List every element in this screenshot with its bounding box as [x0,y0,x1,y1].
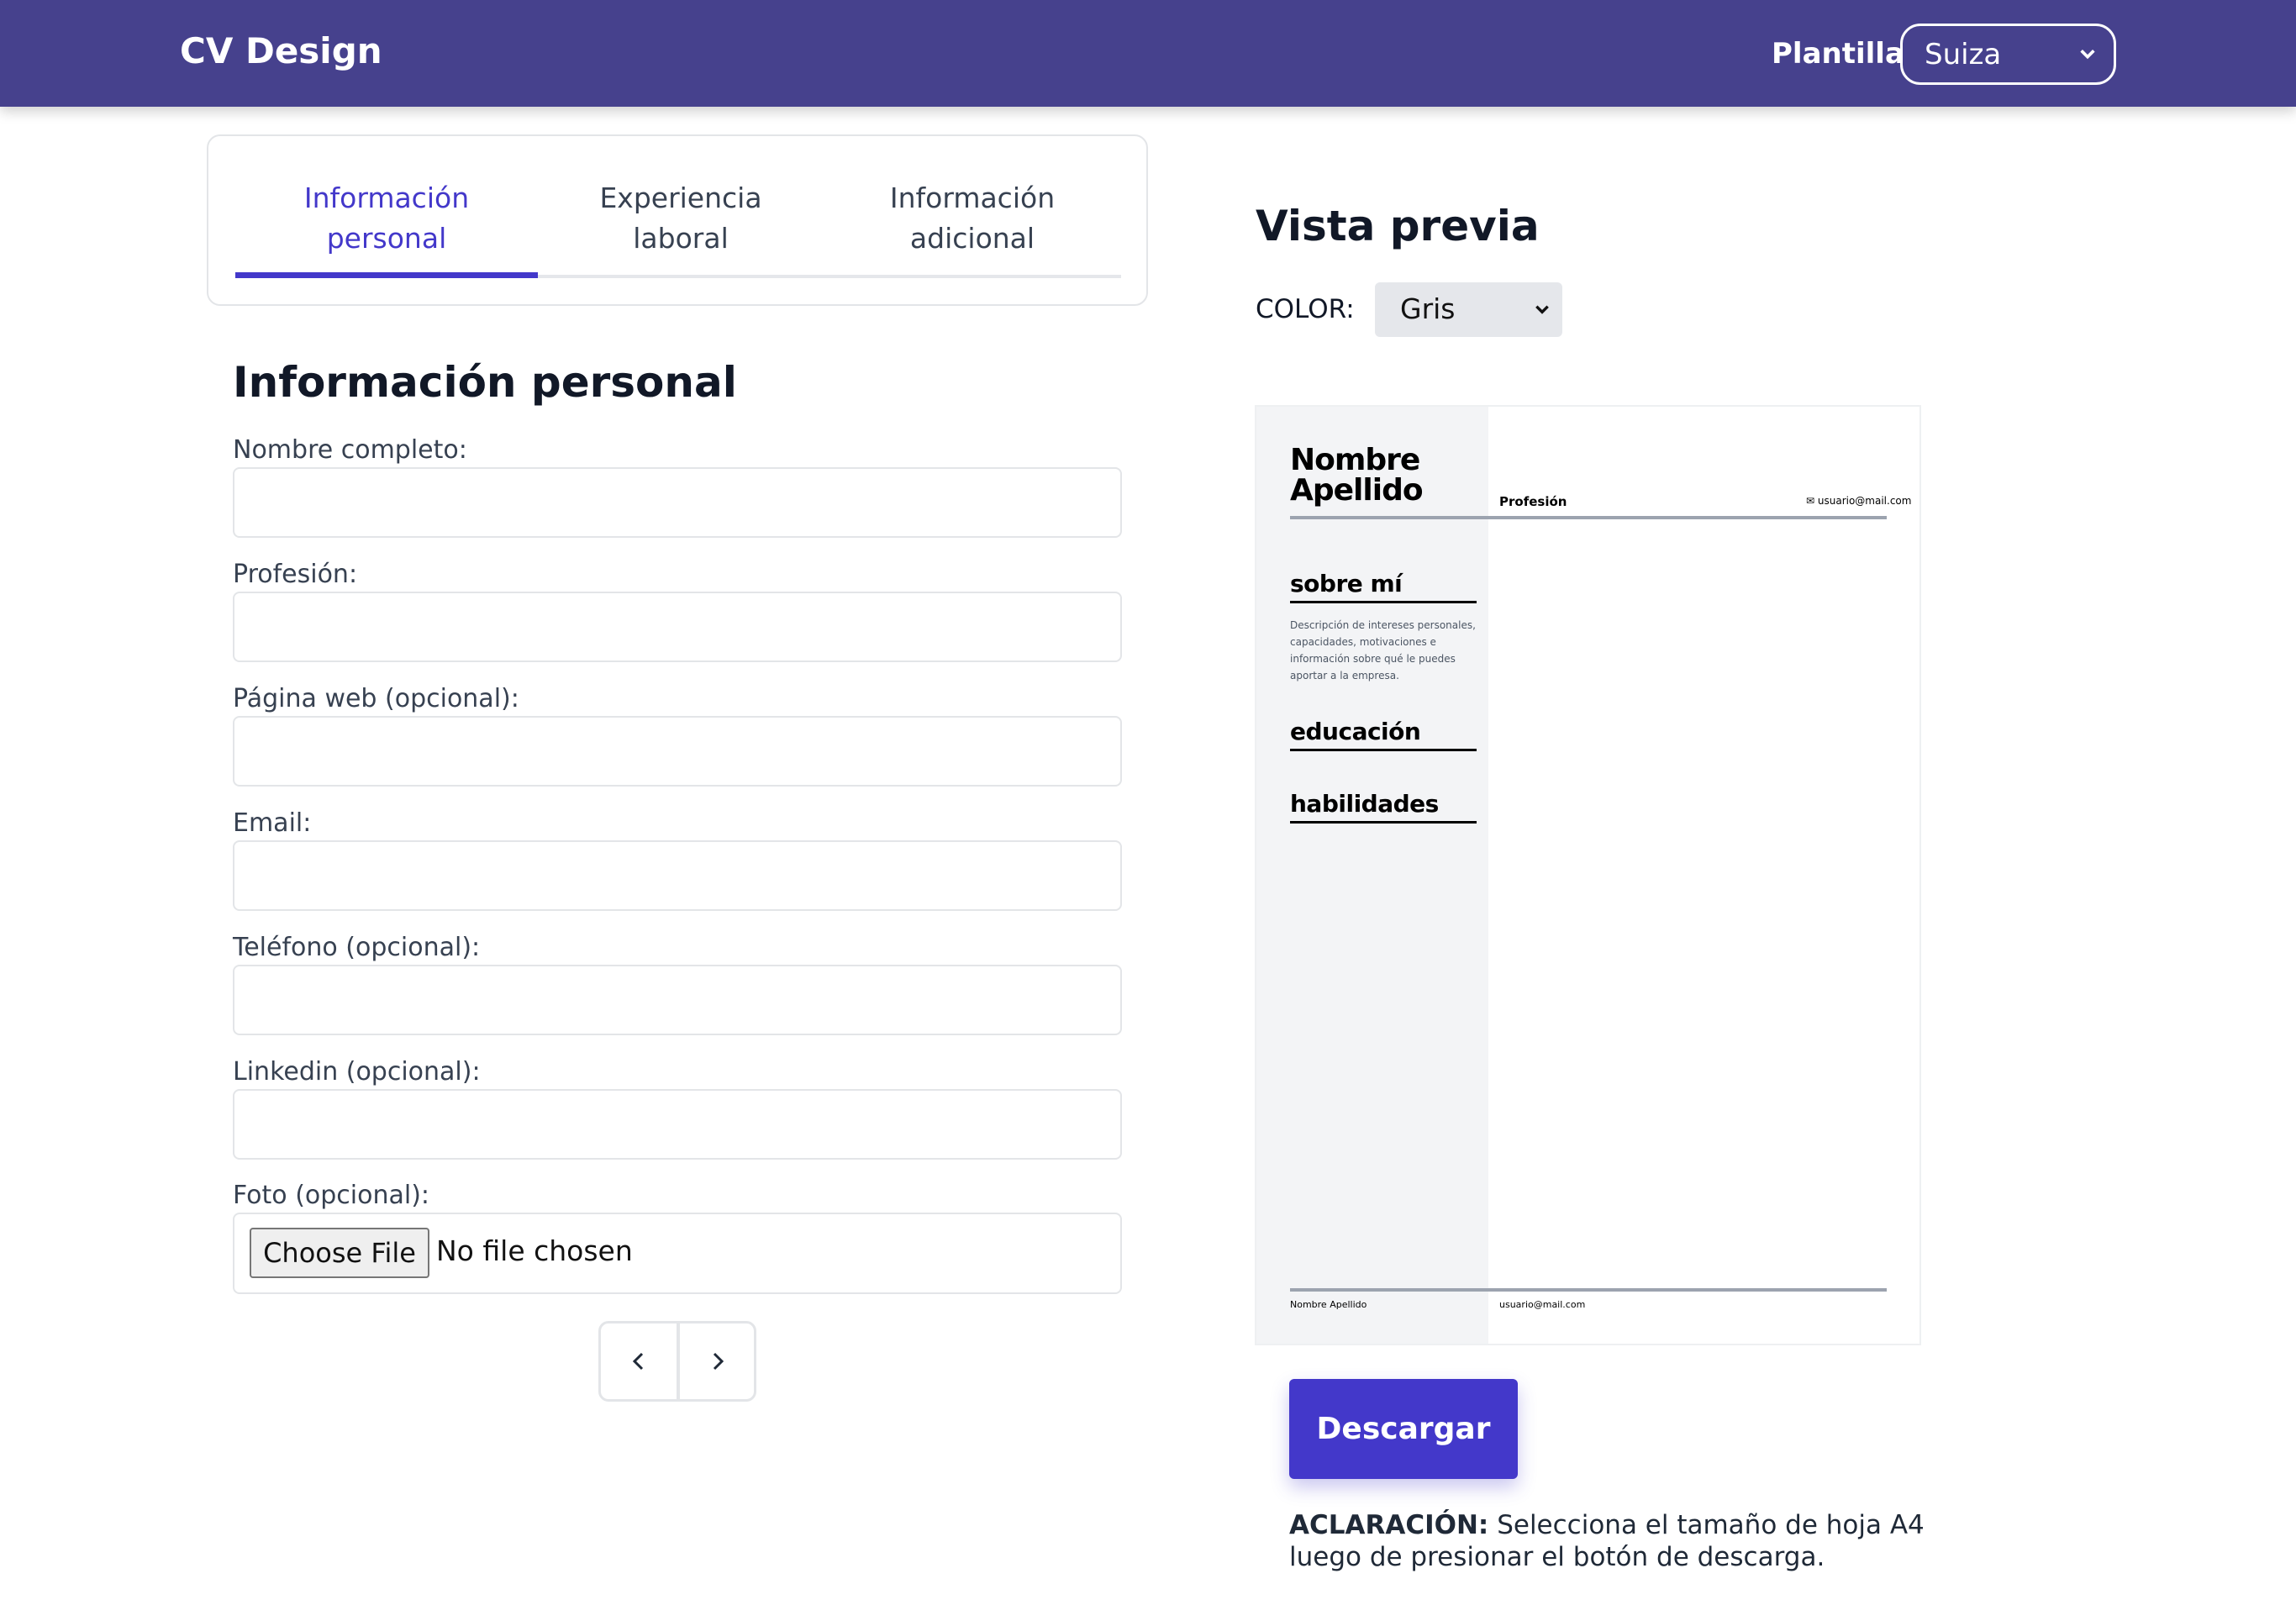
tab-label-line1: Información [303,182,470,214]
color-select[interactable]: Gris [1375,282,1562,337]
form-tabs: Información personal Experiencia laboral… [207,134,1148,306]
linkedin-input[interactable] [233,1089,1122,1160]
brand-title[interactable]: CV Design [180,30,382,71]
full-name-label: Nombre completo: [233,435,467,465]
note-label: ACLARACIÓN: [1289,1510,1489,1540]
photo-file-input[interactable]: Choose File No file chosen [233,1213,1122,1294]
file-status: No file chosen [436,1234,633,1267]
prev-step-button[interactable] [601,1323,677,1399]
cv-sidebar [1256,407,1488,1344]
email-input[interactable] [233,840,1122,911]
step-pager [598,1321,756,1402]
tab-label-line1: Información [889,182,1056,214]
cv-footer-name: Nombre Apellido [1290,1299,1367,1310]
color-label: COLOR: [1256,294,1355,324]
next-step-button[interactable] [680,1323,756,1399]
choose-file-button[interactable]: Choose File [250,1228,429,1278]
full-name-input[interactable] [233,467,1122,538]
download-button[interactable]: Descargar [1289,1379,1518,1479]
active-tab-indicator [235,272,538,278]
tab-additional-info[interactable]: Información adicional [824,178,1121,259]
profession-label: Profesión: [233,560,358,589]
cv-profession: Profesión [1499,494,1567,509]
template-select-value: Suiza [1925,38,2002,71]
profession-input[interactable] [233,592,1122,662]
cv-header-rule [1290,516,1887,519]
cv-first-name: Nombre [1290,443,1420,477]
cv-name: Nombre Apellido [1290,443,1424,508]
photo-label: Foto (opcional): [233,1181,430,1210]
cv-footer-rule [1290,1288,1887,1292]
template-select[interactable]: Suiza [1900,24,2116,85]
color-select-value: Gris [1400,292,1456,325]
form-title: Información personal [233,358,737,407]
cv-footer-email: usuario@mail.com [1499,1299,1586,1310]
cv-email-header-text: usuario@mail.com [1817,495,1912,507]
cv-email-header: ✉ usuario@mail.com [1806,495,1911,507]
email-label: Email: [233,808,312,838]
linkedin-label: Linkedin (opcional): [233,1057,481,1087]
cv-skills-heading: habilidades [1290,790,1477,824]
tab-label-line1: Experiencia [599,182,762,214]
phone-label: Teléfono (opcional): [233,933,481,962]
top-navbar: CV Design Plantilla: Suiza [0,0,2296,107]
tab-label-line2: adicional [909,222,1035,255]
tab-label-line2: laboral [633,222,729,255]
chevron-down-icon [1535,305,1549,314]
chevron-left-icon [632,1352,644,1371]
template-label: Plantilla: [1772,37,1916,71]
website-label: Página web (opcional): [233,684,519,713]
chevron-down-icon [2080,50,2095,60]
cv-about-heading: sobre mí [1290,570,1477,603]
mail-icon: ✉ [1806,495,1818,507]
phone-input[interactable] [233,965,1122,1035]
cv-about-text: Descripción de intereses personales, cap… [1290,619,1476,681]
cv-preview: Nombre Apellido Profesión ✉ usuario@mail… [1255,405,1921,1345]
download-note: ACLARACIÓN: Selecciona el tamaño de hoja… [1289,1509,1928,1573]
cv-last-name: Apellido [1290,473,1424,508]
website-input[interactable] [233,716,1122,787]
cv-education-heading: educación [1290,718,1477,751]
tab-label-line2: personal [326,222,447,255]
chevron-right-icon [713,1352,724,1371]
tab-personal-info[interactable]: Información personal [235,178,538,259]
tab-work-experience[interactable]: Experiencia laboral [538,178,824,259]
preview-title: Vista previa [1256,202,1540,250]
